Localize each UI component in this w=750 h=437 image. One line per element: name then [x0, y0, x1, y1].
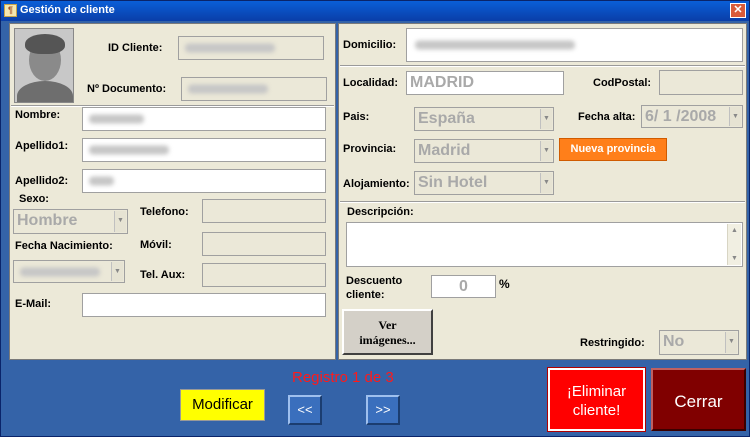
provincia-label: Provincia: [343, 143, 397, 155]
movil-field[interactable] [202, 232, 326, 256]
eliminar-cliente-button[interactable]: ¡Eliminar cliente! [547, 367, 646, 432]
scrollbar[interactable]: ▲ ▼ [727, 224, 741, 265]
dropdown-arrow-icon[interactable]: ▼ [540, 141, 552, 161]
email-label: E-Mail: [15, 298, 52, 310]
record-counter: Registro 1 de 3 [292, 369, 394, 386]
title-bar: ¶ Gestión de cliente ✕ [1, 1, 749, 21]
domicilio-field[interactable] [406, 28, 743, 62]
window-title: Gestión de cliente [20, 4, 115, 16]
dropdown-arrow-icon[interactable]: ▼ [540, 109, 552, 129]
divider [340, 201, 745, 203]
dropdown-arrow-icon[interactable]: ▼ [540, 173, 552, 193]
nombre-field[interactable] [82, 107, 326, 131]
restringido-value: No [663, 333, 685, 350]
documento-field[interactable] [181, 77, 327, 101]
sexo-label: Sexo: [19, 193, 49, 205]
tel-aux-field[interactable] [202, 263, 326, 287]
percent-sign: % [499, 277, 510, 291]
fecha-nacimiento-label: Fecha Nacimiento: [15, 240, 113, 252]
app-icon: ¶ [4, 4, 17, 17]
alojamiento-value: Sin Hotel [418, 174, 488, 191]
dropdown-arrow-icon[interactable]: ▼ [729, 107, 741, 126]
next-record-button[interactable]: >> [366, 395, 400, 425]
sexo-select[interactable]: Hombre ▼ [13, 209, 128, 234]
divider [340, 65, 745, 67]
apellido1-field[interactable] [82, 138, 326, 162]
localidad-field[interactable]: MADRID [406, 71, 564, 95]
domicilio-label: Domicilio: [343, 39, 397, 51]
provincia-select[interactable]: Madrid ▼ [414, 139, 554, 163]
apellido2-field[interactable] [82, 169, 326, 193]
descripcion-label: Descripción: [347, 206, 414, 218]
email-field[interactable] [82, 293, 326, 317]
nueva-provincia-button[interactable]: Nueva provincia [559, 138, 667, 161]
dropdown-arrow-icon[interactable]: ▼ [111, 262, 123, 281]
customer-window: ¶ Gestión de cliente ✕ ID Cliente: Nº Do… [0, 0, 750, 437]
alojamiento-select[interactable]: Sin Hotel ▼ [414, 171, 554, 195]
provincia-value: Madrid [418, 142, 471, 159]
id-cliente-label: ID Cliente: [108, 42, 163, 54]
cerrar-button[interactable]: Cerrar [651, 368, 746, 431]
descuento-field[interactable]: 0 [431, 275, 496, 298]
pais-label: Pais: [343, 111, 370, 123]
descuento-label: Descuento cliente: [346, 275, 403, 301]
nombre-label: Nombre: [15, 109, 61, 121]
previous-record-button[interactable]: << [288, 395, 322, 425]
scroll-down-icon[interactable]: ▼ [728, 252, 741, 265]
apellido1-label: Apellido1: [15, 140, 69, 152]
fecha-alta-value: 6/ 1 /2008 [645, 108, 717, 125]
documento-label: Nº Documento: [87, 83, 167, 95]
descripcion-textarea[interactable]: ▲ ▼ [346, 222, 743, 267]
codpostal-label: CodPostal: [593, 77, 652, 89]
dropdown-arrow-icon[interactable]: ▼ [725, 332, 737, 353]
telefono-label: Telefono: [140, 206, 189, 218]
scroll-up-icon[interactable]: ▲ [728, 224, 741, 237]
codpostal-field[interactable] [659, 70, 743, 95]
ver-imagenes-button[interactable]: Ver imágenes... [342, 309, 433, 355]
restringido-select[interactable]: No ▼ [659, 330, 739, 355]
id-cliente-field[interactable] [178, 36, 324, 60]
tel-aux-label: Tel. Aux: [140, 269, 186, 281]
pais-select[interactable]: España ▼ [414, 107, 554, 131]
movil-label: Móvil: [140, 239, 172, 251]
close-icon[interactable]: ✕ [730, 3, 746, 18]
localidad-label: Localidad: [343, 77, 399, 89]
telefono-field[interactable] [202, 199, 326, 223]
dropdown-arrow-icon[interactable]: ▼ [114, 211, 126, 232]
modificar-button[interactable]: Modificar [180, 389, 265, 421]
apellido2-label: Apellido2: [15, 175, 69, 187]
fecha-nacimiento-picker[interactable]: ▼ [13, 260, 125, 283]
customer-photo [14, 28, 74, 103]
pais-value: España [418, 110, 475, 127]
fecha-alta-picker[interactable]: 6/ 1 /2008 ▼ [641, 105, 743, 128]
alojamiento-label: Alojamiento: [343, 178, 410, 190]
fecha-alta-label: Fecha alta: [578, 111, 636, 123]
restringido-label: Restringido: [580, 337, 645, 349]
sexo-value: Hombre [17, 212, 78, 229]
